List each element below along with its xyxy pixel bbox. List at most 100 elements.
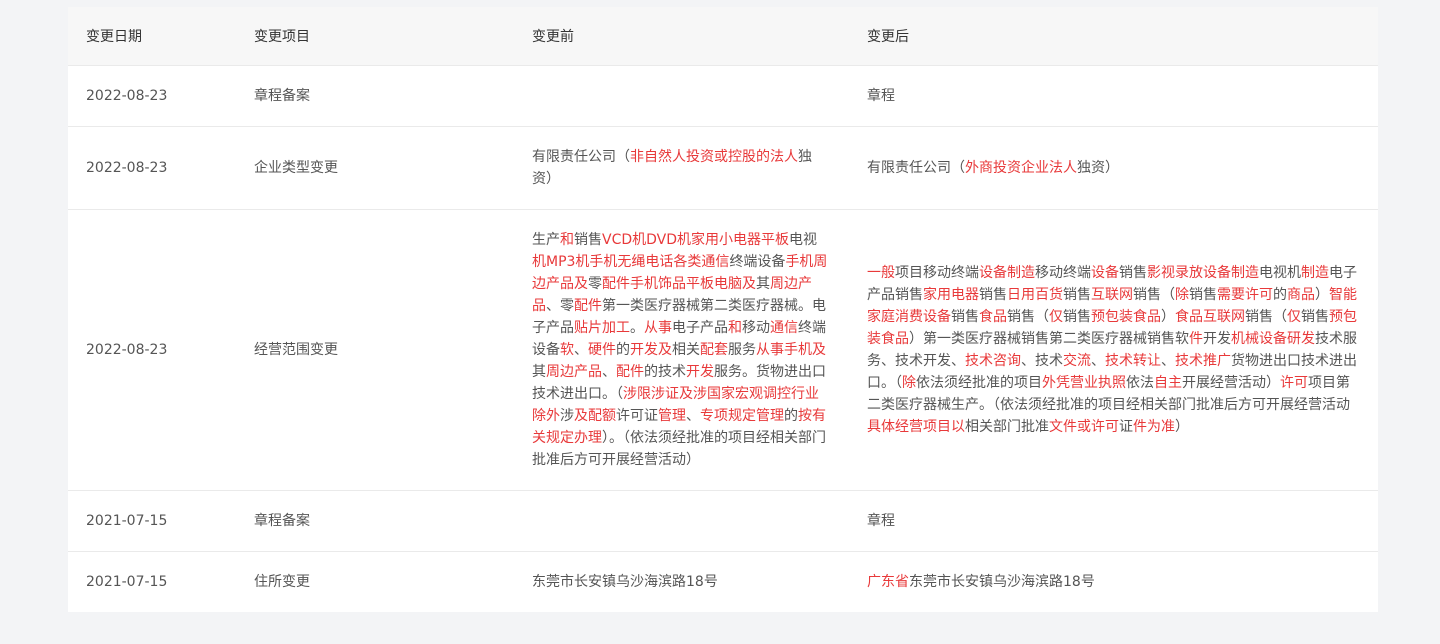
unchanged-text: 相关部门批准	[965, 419, 1049, 435]
changed-text: 配件	[616, 364, 644, 380]
unchanged-text: 电视	[789, 232, 818, 248]
changed-text: 从事手机及	[756, 342, 826, 358]
change-item-cell: 章程备案	[236, 65, 514, 127]
after-value-cell: 章程	[849, 490, 1378, 552]
changed-text: 除	[902, 375, 916, 391]
changed-text: 影视录放设备制造	[1147, 265, 1259, 281]
unchanged-text: 、零	[546, 298, 574, 314]
changed-text: 外凭营业执照	[1042, 375, 1126, 391]
changed-text: 通信	[770, 320, 798, 336]
changed-text: 专项规定管理	[700, 408, 784, 424]
table-row: 2022-08-23 企业类型变更 有限责任公司（非自然人投资或控股的法人独资） 有限…	[68, 126, 1378, 210]
changed-text: 贴片加工	[574, 320, 630, 336]
changed-text: 周边产品	[546, 364, 602, 380]
unchanged-text: 项目移动终端	[895, 265, 979, 281]
changed-text: 交流	[1063, 353, 1091, 369]
unchanged-text: 、	[602, 364, 616, 380]
change-date-cell: 2022-08-23	[68, 209, 236, 491]
after-value-cell: 章程	[849, 65, 1378, 127]
change-item-cell: 住所变更	[236, 551, 514, 612]
changed-text: 日用百货	[1007, 287, 1063, 303]
header-change-date: 变更日期	[68, 7, 236, 66]
unchanged-text: 的	[616, 342, 630, 358]
changed-text: 制造	[1301, 265, 1329, 281]
changed-text: 开发	[686, 364, 714, 380]
changed-text: 设备制造	[979, 265, 1035, 281]
table-row: 2021-07-15 章程备案 章程	[68, 490, 1378, 552]
changed-text: 商品	[1287, 287, 1315, 303]
change-record-table-container: 变更日期 变更项目 变更前 变更后 2022-08-23 章程备案 章程 2022-0…	[68, 7, 1378, 612]
after-value-cell: 有限责任公司（外商投资企业法人独资）	[849, 126, 1378, 210]
unchanged-text: 的	[784, 408, 798, 424]
unchanged-text: 章程	[867, 88, 895, 104]
unchanged-text: 证	[1119, 419, 1133, 435]
changed-text: 技术转让	[1105, 353, 1161, 369]
change-date-cell: 2022-08-23	[68, 126, 236, 210]
changed-text: 互联网	[1091, 287, 1133, 303]
changed-text: 文件或许可	[1049, 419, 1119, 435]
changed-text: 仅	[1287, 309, 1301, 325]
changed-text: 配件	[574, 298, 602, 314]
changed-text: 开发及	[630, 342, 672, 358]
before-value-cell: 有限责任公司（非自然人投资或控股的法人独资）	[514, 126, 849, 210]
unchanged-text: 其	[756, 276, 770, 292]
changed-text: 食品互联网	[1175, 309, 1245, 325]
unchanged-text: 东莞市长安镇乌沙海滨路18号	[532, 574, 718, 590]
header-before: 变更前	[514, 7, 849, 66]
change-item-cell: 章程备案	[236, 490, 514, 552]
unchanged-text: 的技术	[644, 364, 686, 380]
unchanged-text: ）	[1315, 287, 1329, 303]
change-date-cell: 2021-07-15	[68, 490, 236, 552]
unchanged-text: 电视机	[1259, 265, 1301, 281]
changed-text: 非自然人投资或控股的法人	[630, 149, 798, 165]
before-value-cell	[514, 65, 849, 127]
unchanged-text: 销售	[1119, 265, 1147, 281]
changed-text: 广东省	[867, 574, 909, 590]
unchanged-text: 销售	[1063, 309, 1091, 325]
unchanged-text: 依法须经批准的项目	[916, 375, 1042, 391]
unchanged-text: ）	[1175, 419, 1189, 435]
unchanged-text: 涉	[560, 408, 574, 424]
changed-text: 一般	[867, 265, 895, 281]
changed-text: 机MP3机手机无绳电话各类通信	[532, 254, 730, 270]
unchanged-text: 其	[532, 364, 546, 380]
changed-text: 配套	[700, 342, 728, 358]
unchanged-text: 相关	[672, 342, 700, 358]
changed-text: 从事	[644, 320, 672, 336]
unchanged-text: ）第一类医疗器械销售第二类医疗器械销售软	[909, 331, 1189, 347]
before-value-cell: 生产和销售VCD机DVD机家用小电器平板电视机MP3机手机无绳电话各类通信终端设…	[514, 209, 849, 491]
unchanged-text: 电子产品	[672, 320, 728, 336]
unchanged-text: 、	[574, 342, 588, 358]
unchanged-text: 销售	[1189, 287, 1217, 303]
unchanged-text: 、	[1161, 353, 1175, 369]
unchanged-text: 、	[1091, 353, 1105, 369]
unchanged-text: 有限责任公司（	[532, 149, 630, 165]
changed-text: 配件手机饰品平板电脑及	[602, 276, 756, 292]
unchanged-text: 销售	[951, 309, 979, 325]
unchanged-text: 开发	[1203, 331, 1231, 347]
changed-text: 预包装食品	[1091, 309, 1161, 325]
changed-text: 软	[560, 342, 574, 358]
unchanged-text: 。	[630, 320, 644, 336]
changed-text: 家用电器	[923, 287, 979, 303]
unchanged-text: 章程	[867, 513, 895, 529]
unchanged-text: 销售（	[1007, 309, 1049, 325]
change-date-cell: 2022-08-23	[68, 65, 236, 127]
changed-text: 技术咨询	[965, 353, 1021, 369]
changed-text: 外商投资企业法人	[965, 160, 1077, 176]
header-change-item: 变更项目	[236, 7, 514, 66]
changed-text: 设备	[1091, 265, 1119, 281]
changed-text: 自主	[1154, 375, 1182, 391]
changed-text: 和	[728, 320, 742, 336]
change-item-cell: 企业类型变更	[236, 126, 514, 210]
unchanged-text: 销售	[574, 232, 602, 248]
unchanged-text: 零	[588, 276, 602, 292]
changed-text: 食品	[979, 309, 1007, 325]
unchanged-text: 依法	[1126, 375, 1154, 391]
unchanged-text: 销售（	[1245, 309, 1287, 325]
unchanged-text: 、	[686, 408, 700, 424]
changed-text: 和	[560, 232, 574, 248]
changed-text: 机械设备研发	[1231, 331, 1315, 347]
changed-text: 管理	[658, 408, 686, 424]
before-value-cell: 东莞市长安镇乌沙海滨路18号	[514, 551, 849, 612]
